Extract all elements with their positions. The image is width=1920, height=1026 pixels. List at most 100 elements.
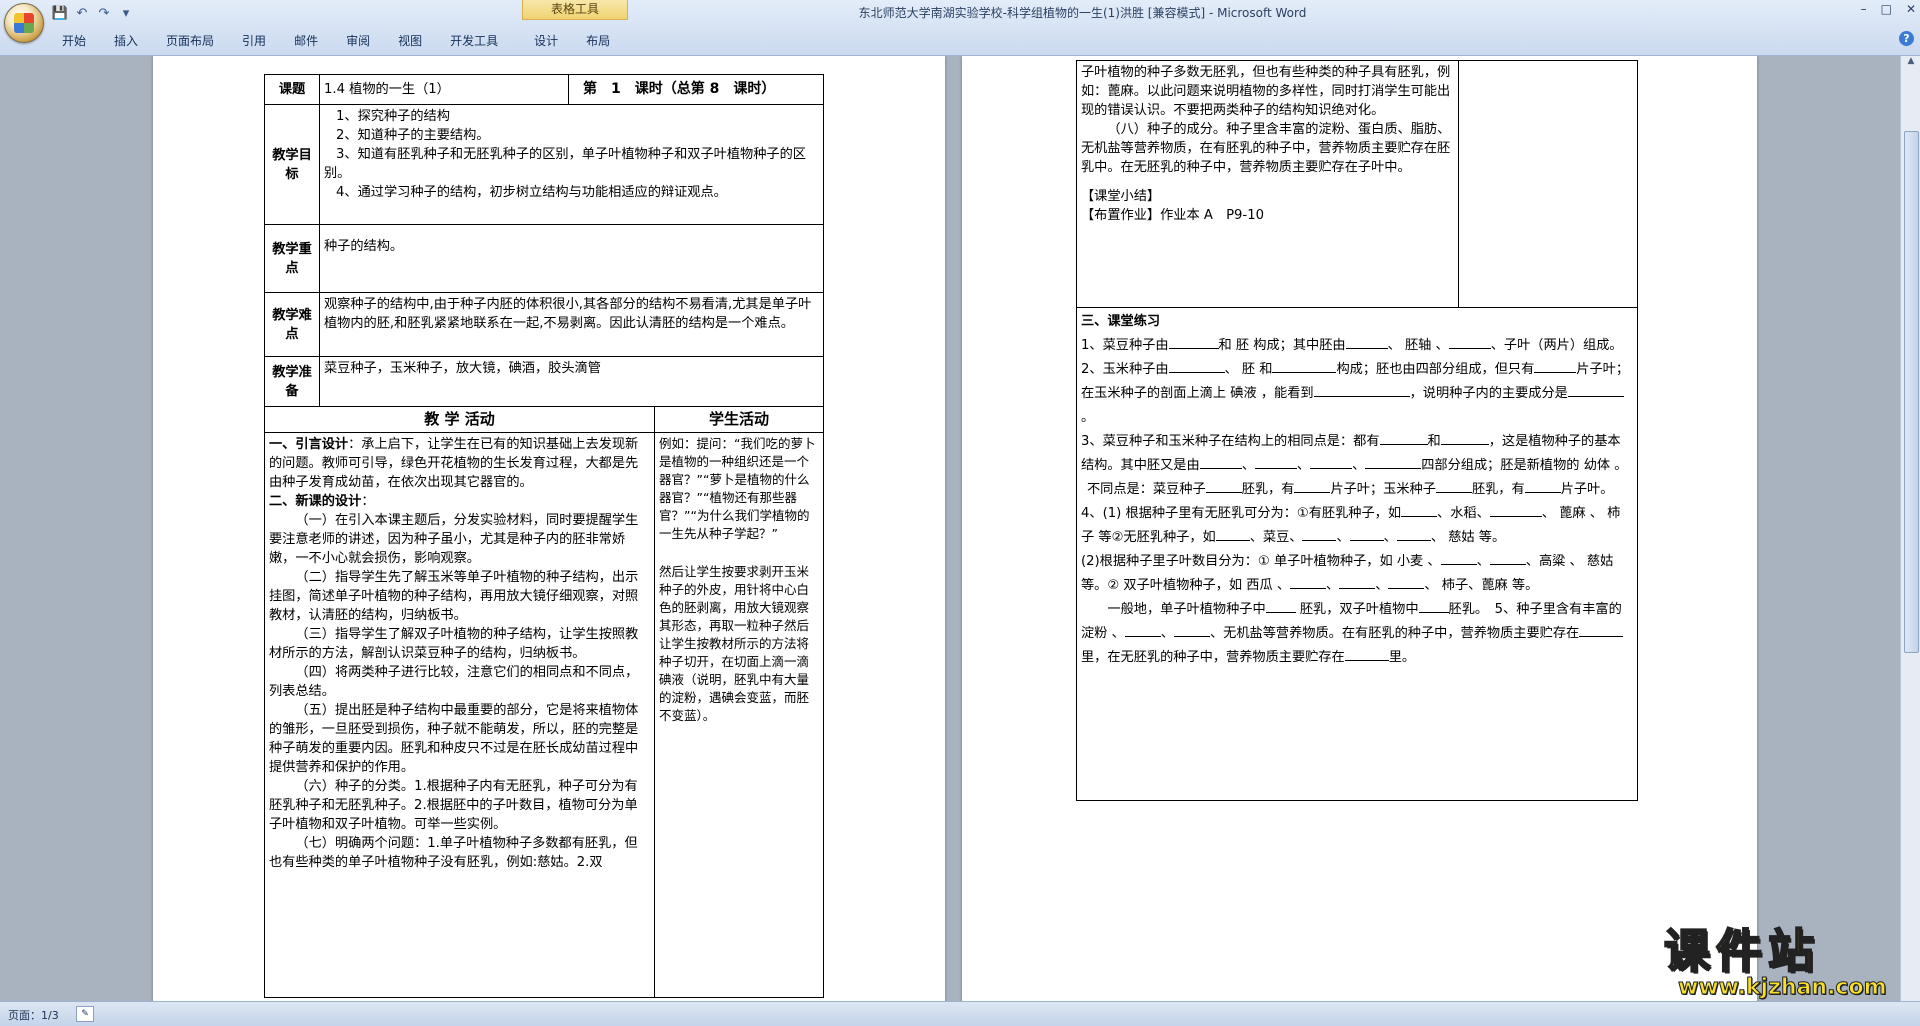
continued-student-cell[interactable]: [1457, 60, 1639, 308]
window-title: 东北师范大学南湖实验学校-科学组植物的一生(1)洪胜 [兼容模式] - Micr…: [858, 6, 1307, 20]
blank[interactable]: [1440, 430, 1489, 445]
period-info[interactable]: 第 1 课时（总第 8 课时）: [568, 74, 824, 105]
blank[interactable]: [1379, 430, 1428, 445]
step-paragraph: （六）种子的分类。1.根据种子内有无胚乳，种子可分为有胚乳种子和无胚乳种子。2.…: [269, 779, 638, 832]
question-4a: 4、(1) 根据种子里有无胚乳可分为：①有胚乳种子，如 、水稻、、 蓖麻 、 柿子…: [1081, 502, 1633, 550]
step-paragraph: （一）在引入本课主题后，分发实验材料，同时要提醒学生要注意老师的讲述，因为种子虽…: [269, 513, 639, 566]
goals-cell[interactable]: 1、探究种子的结构 2、知道种子的主要结构。 3、知道有胚乳种子和无胚乳种子的区…: [319, 104, 824, 225]
step-paragraph: （八）种子的成分。种子里含丰富的淀粉、蛋白质、脂肪、无机盐等营养物质，在有胚乳的…: [1081, 122, 1451, 175]
blank[interactable]: [1448, 334, 1491, 349]
difficulty-label: 教学难点: [264, 292, 320, 357]
scrollbar-thumb[interactable]: [1904, 131, 1919, 653]
student-text: 然后让学生按要求剥开玉米种子的外皮，用针将中心白色的胚剥离，用放大镜观察其形态，…: [659, 564, 810, 723]
page-1[interactable]: 课题 1.4 植物的一生（1） 第 1 课时（总第 8 课时） 教学目标 1、探…: [153, 56, 945, 1001]
step-paragraph: （四）将两类种子进行比较，注意它们的相同点和不同点，列表总结。: [269, 665, 639, 699]
blank[interactable]: [1345, 334, 1388, 349]
blank[interactable]: [1567, 382, 1624, 397]
vertical-scrollbar[interactable]: ▲: [1900, 56, 1920, 1001]
blank[interactable]: [1418, 598, 1449, 613]
question-3: 3、菜豆种子和玉米种子在结构上的相同点是：都有和，这是植物种子的基本结构。其中胚…: [1081, 430, 1633, 478]
page-count[interactable]: 页面：1/3: [8, 1007, 59, 1023]
teaching-activity-cell[interactable]: 一、引言设计：承上启下，让学生在已有的知识基础上去发现新的问题。教师可引导，绿色…: [264, 432, 655, 998]
blank[interactable]: [1524, 478, 1561, 493]
help-icon[interactable]: ?: [1899, 31, 1914, 46]
blank[interactable]: [1388, 574, 1425, 589]
blank[interactable]: [1215, 526, 1250, 541]
close-button[interactable]: ✕: [1906, 2, 1916, 16]
student-activity-header: 学生活动: [654, 406, 824, 433]
step-paragraph: （三）指导学生了解双子叶植物的种子结构，让学生按照教材所示的方法，解剖认识菜豆种…: [269, 627, 639, 661]
topic-label: 课题: [264, 74, 320, 105]
tab-references[interactable]: 引用: [228, 30, 280, 52]
question-4c: 一般地，单子叶植物种子中 胚乳，双子叶植物中 胚乳。 5、种子里含有丰富的 淀粉 …: [1081, 598, 1633, 670]
window-controls: – □ ✕: [1861, 2, 1916, 16]
blank[interactable]: [1579, 622, 1624, 637]
blank[interactable]: [1440, 550, 1477, 565]
question-3-diff: 不同点是：菜豆种子 胚乳，有 片子叶；玉米种子 胚乳，有 片子叶。: [1081, 478, 1633, 502]
blank[interactable]: [1401, 502, 1438, 517]
tab-design[interactable]: 设计: [520, 30, 572, 52]
watermark-title: 课件站: [1663, 924, 1820, 978]
tab-page-layout[interactable]: 页面布局: [152, 30, 228, 52]
blank[interactable]: [1290, 574, 1327, 589]
page-2[interactable]: 子叶植物的种子多数无胚乳，但也有些种类的种子具有胚乳，例如：蓖麻。以此问题来说明…: [962, 56, 1757, 1001]
blank[interactable]: [1313, 382, 1410, 397]
blank[interactable]: [1489, 550, 1526, 565]
blank[interactable]: [1310, 454, 1353, 469]
lesson-plan-table-continued: 子叶植物的种子多数无胚乳，但也有些种类的种子具有胚乳，例如：蓖麻。以此问题来说明…: [1076, 60, 1639, 801]
tab-insert[interactable]: 插入: [100, 30, 152, 52]
tab-mailings[interactable]: 邮件: [280, 30, 332, 52]
blank[interactable]: [1435, 478, 1472, 493]
key-point-label: 教学重点: [264, 224, 320, 293]
blank[interactable]: [1205, 478, 1242, 493]
ribbon-tabs: 开始 插入 页面布局 引用 邮件 审阅 视图 开发工具 设计 布局: [48, 30, 624, 52]
practice-cell[interactable]: 三、课堂练习 1、菜豆种子由和 胚 构成；其中胚由、 胚轴 、、子叶（两片）组成…: [1076, 307, 1638, 801]
blank[interactable]: [1294, 478, 1331, 493]
blank[interactable]: [1302, 526, 1337, 541]
blank[interactable]: [1265, 598, 1296, 613]
preparation-value[interactable]: 菜豆种子，玉米种子，放大镜，碘酒，胶头滴管: [319, 356, 824, 407]
blank[interactable]: [1344, 646, 1389, 661]
watermark-url: www.kjzhan.com: [1678, 975, 1888, 1000]
blank[interactable]: [1124, 622, 1161, 637]
step-paragraph: （七）明确两个问题：1.单子叶植物种子多数都有胚乳，但也有些种类的单子叶植物种子…: [269, 836, 638, 870]
topic-value[interactable]: 1.4 植物的一生（1）: [319, 74, 569, 105]
maximize-button[interactable]: □: [1881, 2, 1892, 16]
goal-item: 3、知道有胚乳种子和无胚乳种子的区别，单子叶植物种子和双子叶植物种子的区别。: [324, 147, 806, 181]
student-text: 例如：提问：“我们吃的萝卜是植物的一种组织还是一个器官？”“萝卜是植物的什么器官…: [659, 436, 816, 541]
homework-label: 【布置作业】: [1081, 208, 1161, 223]
tab-developer[interactable]: 开发工具: [436, 30, 512, 52]
continued-teaching-cell[interactable]: 子叶植物的种子多数无胚乳，但也有些种类的种子具有胚乳，例如：蓖麻。以此问题来说明…: [1076, 60, 1459, 308]
student-activity-cell[interactable]: 例如：提问：“我们吃的萝卜是植物的一种组织还是一个器官？”“萝卜是植物的什么器官…: [654, 432, 824, 998]
tab-review[interactable]: 审阅: [332, 30, 384, 52]
blank[interactable]: [1534, 358, 1577, 373]
blank[interactable]: [1168, 358, 1225, 373]
tab-layout[interactable]: 布局: [572, 30, 624, 52]
blank[interactable]: [1396, 526, 1431, 541]
proofing-icon[interactable]: ✎: [76, 1006, 94, 1022]
blank[interactable]: [1365, 454, 1422, 469]
intro-paragraph: 一、引言设计：承上启下，让学生在已有的知识基础上去发现新的问题。教师可引导，绿色…: [269, 435, 650, 492]
key-point-value[interactable]: 种子的结构。: [319, 224, 824, 293]
minimize-button[interactable]: –: [1861, 2, 1867, 16]
preparation-label: 教学准备: [264, 356, 320, 407]
blank[interactable]: [1339, 574, 1376, 589]
blank[interactable]: [1173, 622, 1210, 637]
blank[interactable]: [1349, 526, 1384, 541]
question-1: 1、菜豆种子由和 胚 构成；其中胚由、 胚轴 、、子叶（两片）组成。: [1081, 334, 1633, 358]
continued-text: 子叶植物的种子多数无胚乳，但也有些种类的种子具有胚乳，例如：蓖麻。以此问题来说明…: [1081, 65, 1451, 118]
step-paragraph: （五）提出胚是种子结构中最重要的部分，它是将来植物体的雏形，一旦胚受到损伤，种子…: [269, 703, 639, 775]
blank[interactable]: [1254, 454, 1297, 469]
tab-view[interactable]: 视图: [384, 30, 436, 52]
difficulty-value[interactable]: 观察种子的结构中,由于种子内胚的体积很小,其各部分的结构不易看清,尤其是单子叶植…: [319, 292, 824, 357]
goal-item: 2、知道种子的主要结构。: [336, 128, 490, 143]
blank[interactable]: [1489, 502, 1542, 517]
blank[interactable]: [1272, 358, 1337, 373]
new-lesson-heading: 二、新课的设计：: [269, 494, 375, 509]
teaching-activity-header: 教 学 活动: [264, 406, 655, 433]
blank[interactable]: [1199, 454, 1242, 469]
tab-home[interactable]: 开始: [48, 30, 100, 52]
title-bar: 💾 ↶ ↷ ▾ 表格工具 东北师范大学南湖实验学校-科学组植物的一生(1)洪胜 …: [0, 0, 1920, 56]
scroll-up-icon[interactable]: ▲: [1901, 56, 1920, 72]
blank[interactable]: [1168, 334, 1219, 349]
